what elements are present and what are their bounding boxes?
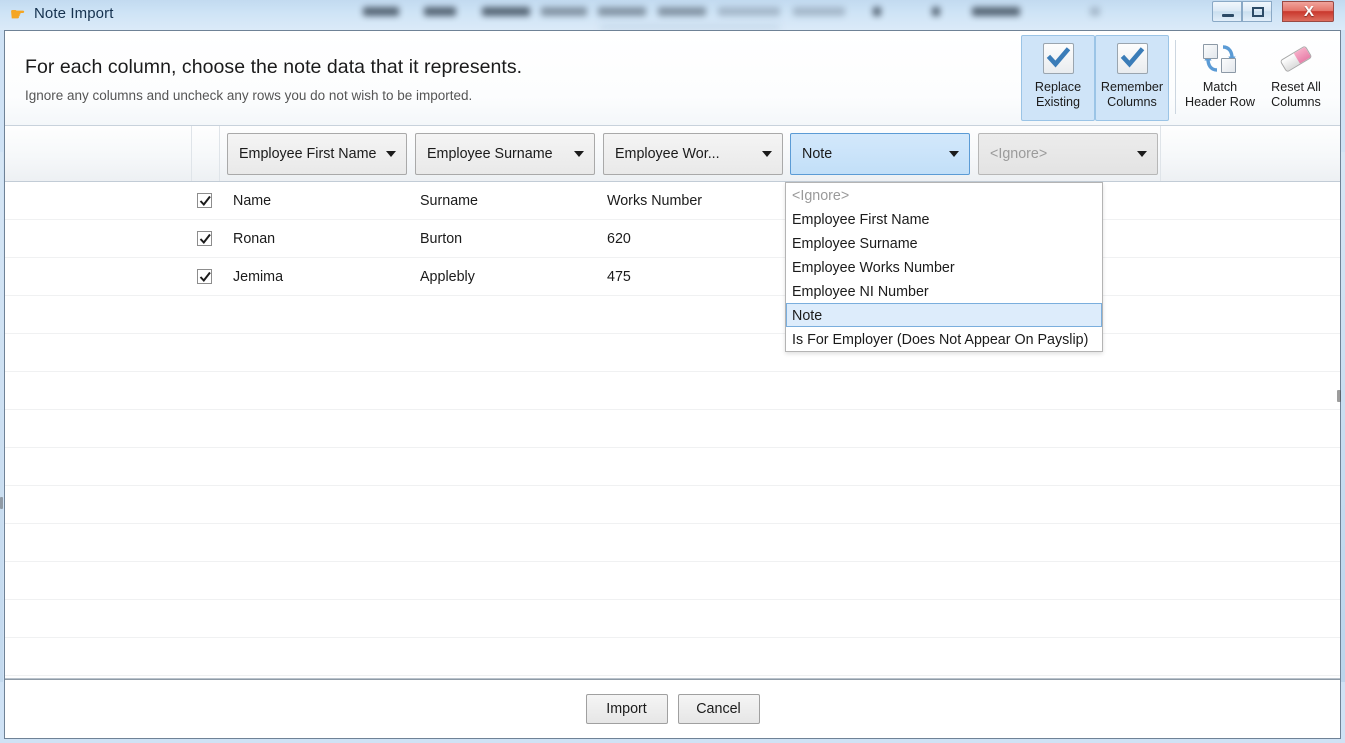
cell-first-name: Name: [233, 193, 272, 209]
column-dropdown-3-value: Employee Wor...: [615, 146, 720, 162]
maximize-button[interactable]: [1242, 1, 1272, 22]
remember-columns-button[interactable]: Remember Columns: [1095, 35, 1169, 121]
table-row-empty[interactable]: [5, 448, 1340, 486]
table-row[interactable]: Ronan Burton 620: [5, 220, 1340, 258]
cell-first-name: Jemima: [233, 269, 284, 285]
chevron-down-icon: [574, 151, 584, 157]
cell-surname: Surname: [420, 193, 479, 209]
column-divider: [191, 126, 192, 181]
close-button[interactable]: X: [1282, 1, 1334, 22]
match-header-row-button[interactable]: Match Header Row: [1182, 35, 1258, 121]
cell-first-name: Ronan: [233, 231, 276, 247]
match-header-row-label: Match Header Row: [1185, 80, 1255, 109]
brightpay-logo-icon: ☛: [10, 5, 25, 24]
cell-surname: Burton: [420, 231, 463, 247]
cell-works-number: Works Number: [607, 193, 703, 209]
chevron-down-icon: [949, 151, 959, 157]
note-import-dialog: For each column, choose the note data th…: [4, 30, 1341, 739]
table-row-empty[interactable]: [5, 638, 1340, 676]
column-dropdown-open-list: <Ignore> Employee First Name Employee Su…: [785, 182, 1103, 352]
checkmark-icon: [1042, 43, 1074, 74]
dropdown-option-is-for-employer[interactable]: Is For Employer (Does Not Appear On Pays…: [786, 327, 1102, 351]
minimize-button[interactable]: [1212, 1, 1242, 22]
scrollbar-thumb[interactable]: [0, 497, 3, 509]
column-dropdown-1-value: Employee First Name: [239, 146, 377, 162]
table-row-empty[interactable]: [5, 600, 1340, 638]
import-button[interactable]: Import: [585, 694, 668, 724]
dropdown-option-ignore[interactable]: <Ignore>: [786, 183, 1102, 207]
dialog-footer: Import Cancel: [5, 679, 1340, 738]
minimize-icon: [1222, 14, 1234, 17]
column-divider: [219, 126, 220, 181]
table-row[interactable]: Name Surname Works Number: [5, 182, 1340, 220]
import-grid: Name Surname Works Number Ronan Burton 6…: [5, 182, 1340, 679]
dropdown-option-employee-ni-number[interactable]: Employee NI Number: [786, 279, 1102, 303]
page-title: For each column, choose the note data th…: [25, 56, 523, 78]
cell-surname: Applebly: [420, 269, 475, 285]
window-title: Note Import: [34, 5, 114, 22]
table-row-empty[interactable]: [5, 410, 1340, 448]
dropdown-option-employee-first-name[interactable]: Employee First Name: [786, 207, 1102, 231]
toolbar-divider: [1175, 40, 1176, 114]
reset-all-columns-button[interactable]: Reset All Columns: [1258, 35, 1334, 121]
chevron-down-icon: [1137, 151, 1147, 157]
table-row-empty[interactable]: [5, 372, 1340, 410]
column-dropdown-5[interactable]: <Ignore>: [978, 133, 1158, 175]
eraser-icon: [1279, 43, 1313, 74]
table-row-empty[interactable]: [5, 296, 1340, 334]
column-header-row: Employee First Name Employee Surname Emp…: [5, 126, 1340, 182]
column-dropdown-4[interactable]: Note: [790, 133, 970, 175]
column-dropdown-2-value: Employee Surname: [427, 146, 553, 162]
replace-existing-label: Replace Existing: [1034, 80, 1082, 109]
column-divider: [1160, 126, 1161, 181]
checkmark-icon: [1116, 43, 1148, 74]
grid-left-scrollbar[interactable]: [0, 152, 3, 682]
row-checkbox[interactable]: [197, 231, 212, 246]
row-checkbox[interactable]: [197, 269, 212, 284]
page-subtitle: Ignore any columns and uncheck any rows …: [25, 88, 473, 103]
match-header-row-icon: [1202, 43, 1238, 74]
cancel-button[interactable]: Cancel: [677, 694, 760, 724]
column-dropdown-5-value: <Ignore>: [990, 146, 1048, 162]
column-dropdown-2[interactable]: Employee Surname: [415, 133, 595, 175]
remember-columns-label: Remember Columns: [1100, 80, 1164, 109]
row-checkbox[interactable]: [197, 193, 212, 208]
column-dropdown-3[interactable]: Employee Wor...: [603, 133, 783, 175]
grid-right-scrollbar[interactable]: [1337, 152, 1345, 682]
column-dropdown-4-value: Note: [802, 146, 833, 162]
dialog-header: For each column, choose the note data th…: [5, 31, 1340, 126]
cell-works-number: 620: [607, 231, 631, 247]
dropdown-option-employee-surname[interactable]: Employee Surname: [786, 231, 1102, 255]
dropdown-option-employee-works-number[interactable]: Employee Works Number: [786, 255, 1102, 279]
table-row-empty[interactable]: [5, 562, 1340, 600]
maximize-icon: [1252, 7, 1264, 17]
table-row[interactable]: Jemima Applebly 475: [5, 258, 1340, 296]
chevron-down-icon: [386, 151, 396, 157]
screen: ☛ Note Import X For each column, choose …: [0, 0, 1345, 743]
chevron-down-icon: [762, 151, 772, 157]
window-titlebar: ☛ Note Import X: [0, 0, 1345, 30]
close-icon: X: [1303, 3, 1314, 20]
column-dropdown-1[interactable]: Employee First Name: [227, 133, 407, 175]
table-row-empty[interactable]: [5, 524, 1340, 562]
replace-existing-button[interactable]: Replace Existing: [1021, 35, 1095, 121]
table-row-empty[interactable]: [5, 334, 1340, 372]
scrollbar-thumb[interactable]: [1337, 390, 1341, 402]
reset-all-columns-label: Reset All Columns: [1271, 80, 1321, 109]
cell-works-number: 475: [607, 269, 631, 285]
dropdown-option-note[interactable]: Note: [786, 303, 1102, 327]
toolbar: Replace Existing Remember Columns Match …: [1021, 35, 1334, 121]
table-row-empty[interactable]: [5, 486, 1340, 524]
